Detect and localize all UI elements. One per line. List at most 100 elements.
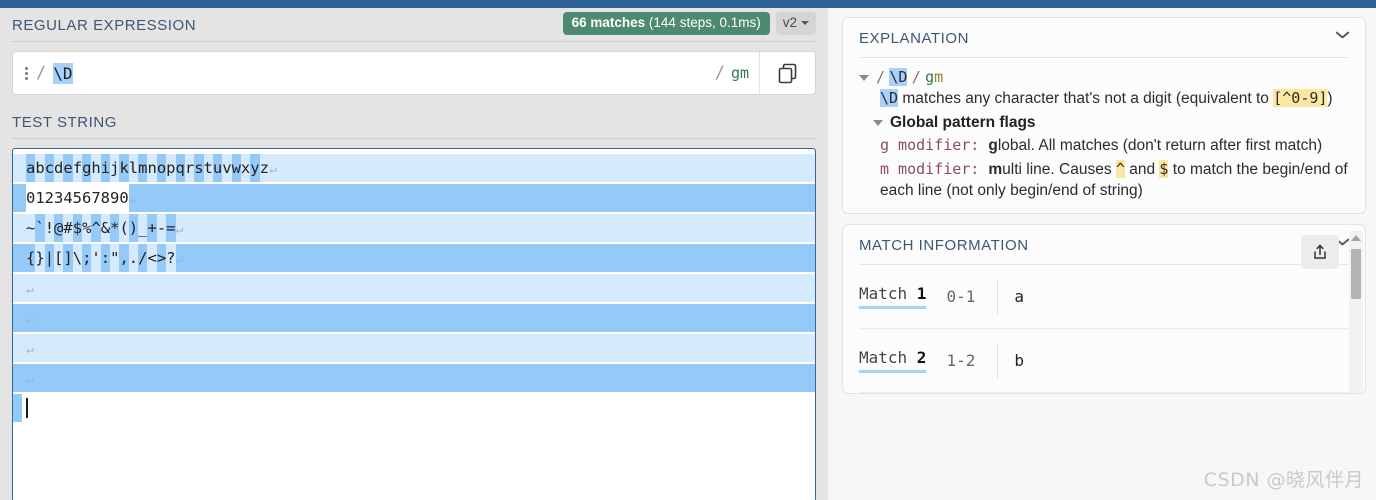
test-string-line[interactable]: ↵	[13, 303, 815, 333]
match-char: e	[63, 154, 73, 182]
share-icon	[1314, 244, 1326, 259]
line-text: abcdefghijklmnopqrstuvwxyz↵	[17, 154, 277, 182]
left-pane: REGULAR EXPRESSION 66 matches (144 steps…	[0, 8, 828, 500]
copy-regex-button[interactable]	[759, 52, 815, 94]
match-char: z	[259, 154, 269, 182]
right-pane: EXPLANATION / \D / gm \D matches any cha…	[828, 8, 1376, 500]
modifier-g-label: modifier:	[889, 136, 989, 155]
token-description: \D matches any character that's not a di…	[859, 88, 1349, 109]
regex-pattern-input[interactable]: \D	[53, 62, 73, 84]
test-string-title: TEST STRING	[12, 113, 117, 131]
match-char: ;	[82, 244, 92, 272]
match-count-badge[interactable]: 66 matches (144 steps, 0.1ms)	[562, 12, 770, 35]
explanation-pattern-row: / \D / gm	[859, 67, 1349, 88]
match-char: f	[72, 154, 83, 182]
match-char: ~	[26, 214, 36, 242]
token-description-code: [^0-9]	[1273, 89, 1328, 108]
match-char: p	[166, 154, 176, 182]
test-string-line[interactable]: ↵	[13, 273, 815, 303]
text-cursor	[26, 398, 28, 418]
match-list-scrollbar[interactable]	[1349, 231, 1363, 394]
match-char: &	[100, 214, 111, 242]
match-char: +	[147, 214, 157, 242]
regex-input-right: / gm	[715, 52, 759, 94]
modifier-m-rest-a: ulti line. Causes	[1002, 160, 1116, 178]
modifier-g-bold: g	[988, 137, 998, 155]
scroll-up-arrow-icon[interactable]	[1351, 235, 1361, 242]
test-string-line[interactable]: 01234567890↵	[13, 183, 815, 213]
regex-close-delimiter: /	[714, 63, 725, 83]
regex-input-box[interactable]: / \D / gm	[12, 51, 816, 95]
match-char: s	[194, 154, 204, 182]
test-string-editor[interactable]: abcdefghijklmnopqrstuvwxyz↵ 01234567890↵ ~…	[12, 148, 816, 500]
match-separator	[997, 343, 999, 378]
explanation-title: EXPLANATION	[859, 29, 969, 47]
match-value: a	[1014, 287, 1024, 307]
match-row[interactable]: Match 1 0-1 a	[859, 265, 1349, 330]
match-label: Match 1	[859, 284, 927, 310]
regex-input-left: / \D	[13, 52, 715, 94]
explanation-divider	[859, 57, 1349, 58]
newline-glyph: ↵	[268, 162, 277, 177]
match-char: ^	[91, 214, 101, 242]
match-char: w	[231, 154, 241, 182]
match-range: 0-1	[946, 287, 976, 307]
chevron-down-icon	[801, 21, 809, 26]
pattern-close-delimiter: /	[911, 68, 921, 86]
scrollbar-thumb[interactable]	[1351, 249, 1361, 300]
modifier-g: g modifier: global. All matches (don't r…	[859, 135, 1349, 156]
copy-icon	[778, 63, 797, 83]
test-string-caret-line[interactable]	[13, 393, 815, 423]
match-char: i	[100, 154, 111, 182]
match-char: !	[44, 214, 55, 242]
explanation-card: EXPLANATION / \D / gm \D matches any cha…	[842, 17, 1366, 215]
match-row[interactable]: Match 2 1-2 b	[859, 329, 1349, 394]
regex-version-select[interactable]: v2	[775, 12, 816, 35]
pattern-flag-m: m	[934, 68, 944, 86]
match-char: b	[35, 154, 45, 182]
line-text: ↵	[17, 309, 34, 327]
chevron-down-icon[interactable]	[1336, 31, 1349, 39]
match-char: x	[240, 154, 251, 182]
test-string-line[interactable]: abcdefghijklmnopqrstuvwxyz↵	[13, 153, 815, 183]
token-description-token: \D	[880, 89, 899, 108]
match-char: (	[119, 214, 129, 242]
match-information-card: MATCH INFORMATION Match 1 0-1 a Match 2 1-2 b	[842, 224, 1366, 395]
line-text: ↵	[17, 279, 34, 297]
test-string-line[interactable]: {}|[]\;':",./<>?↵	[13, 243, 815, 273]
token-description-pre: matches any character that's not a digit…	[898, 90, 1274, 108]
match-count-label: 66 matches	[571, 15, 646, 30]
match-char: `	[35, 214, 45, 242]
match-char: r	[184, 154, 195, 182]
match-value: b	[1014, 351, 1024, 371]
disclosure-triangle-icon[interactable]	[859, 75, 869, 81]
test-string-line[interactable]: ↵	[13, 363, 815, 393]
kebab-menu-icon[interactable]	[25, 66, 28, 80]
match-char: <	[147, 244, 157, 272]
regex-version-value: v2	[782, 15, 797, 30]
line-highlight	[13, 364, 815, 392]
newline-glyph: ↵	[128, 192, 137, 207]
newline-glyph: ↵	[175, 252, 184, 267]
match-char: c	[44, 154, 55, 182]
match-char: '	[91, 244, 101, 272]
unmatched-text: 01234567890	[26, 184, 129, 212]
test-string-line[interactable]: ↵	[13, 333, 815, 363]
match-char: h	[91, 154, 101, 182]
match-char: u	[212, 154, 223, 182]
global-flags-title: Global pattern flags	[890, 113, 1036, 131]
modifier-g-rest: lobal. All matches (don't return after f…	[997, 137, 1323, 155]
disclosure-triangle-icon[interactable]	[873, 119, 883, 126]
line-text: ↵	[17, 339, 34, 357]
line-text: 01234567890↵	[17, 184, 136, 212]
match-char: -	[156, 214, 167, 242]
modifier-m-bold: m	[988, 160, 1003, 178]
share-matches-button[interactable]	[1301, 235, 1339, 270]
modifier-m-label: modifier:	[889, 159, 989, 178]
match-char: q	[175, 154, 185, 182]
test-string-line[interactable]: ~`!@#$%^&*()_+-=↵	[13, 213, 815, 243]
regular-expression-header: REGULAR EXPRESSION 66 matches (144 steps…	[12, 8, 816, 42]
line-highlight	[13, 334, 815, 362]
regex-flags[interactable]: gm	[731, 64, 749, 82]
modifier-m-key: m	[880, 159, 890, 178]
